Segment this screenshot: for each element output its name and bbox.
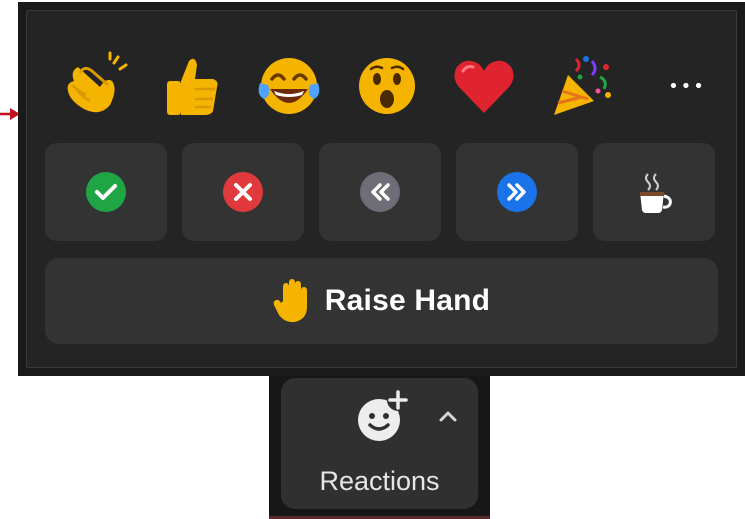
open-mouth-icon [359, 58, 415, 114]
emoji-reactions-row: ••• [27, 41, 736, 131]
party-popper-button[interactable] [539, 41, 623, 131]
chevron-up-icon[interactable] [437, 408, 459, 424]
more-icon: ••• [668, 75, 706, 97]
no-button[interactable] [182, 143, 304, 241]
reactions-toolbar-button[interactable]: Reactions [281, 378, 478, 509]
reactions-label: Reactions [319, 466, 440, 496]
thumbs-up-icon [167, 58, 218, 115]
raise-hand-label: Raise Hand [324, 284, 491, 317]
clapping-hands-button[interactable] [53, 41, 137, 131]
add-reaction-icon [358, 389, 409, 441]
red-heart-button[interactable] [442, 41, 526, 131]
check-icon [86, 172, 126, 212]
fast-forward-icon [497, 172, 537, 212]
tears-of-joy-icon [258, 58, 320, 114]
speed-up-button[interactable] [456, 143, 578, 241]
status-buttons-row [45, 143, 718, 241]
thumbs-up-button[interactable] [150, 41, 234, 131]
x-icon [223, 172, 263, 212]
coffee-button[interactable] [593, 143, 715, 241]
yes-button[interactable] [45, 143, 167, 241]
reactions-panel: ••• Raise Hand [18, 2, 745, 376]
slow-down-button[interactable] [319, 143, 441, 241]
raised-hand-icon [273, 279, 307, 323]
clapping-hands-icon [67, 51, 128, 113]
reactions-panel-inner: ••• Raise Hand [26, 10, 737, 368]
red-heart-icon [454, 60, 514, 113]
rewind-icon [360, 172, 400, 212]
coffee-icon [640, 173, 672, 213]
more-emojis-button[interactable]: ••• [645, 41, 729, 131]
open-mouth-button[interactable] [345, 41, 429, 131]
tears-of-joy-button[interactable] [247, 41, 331, 131]
raise-hand-button[interactable]: Raise Hand [45, 258, 718, 344]
party-popper-icon [554, 56, 611, 115]
pointer-arrow-icon [0, 108, 20, 120]
meeting-toolbar: Reactions [269, 376, 490, 519]
